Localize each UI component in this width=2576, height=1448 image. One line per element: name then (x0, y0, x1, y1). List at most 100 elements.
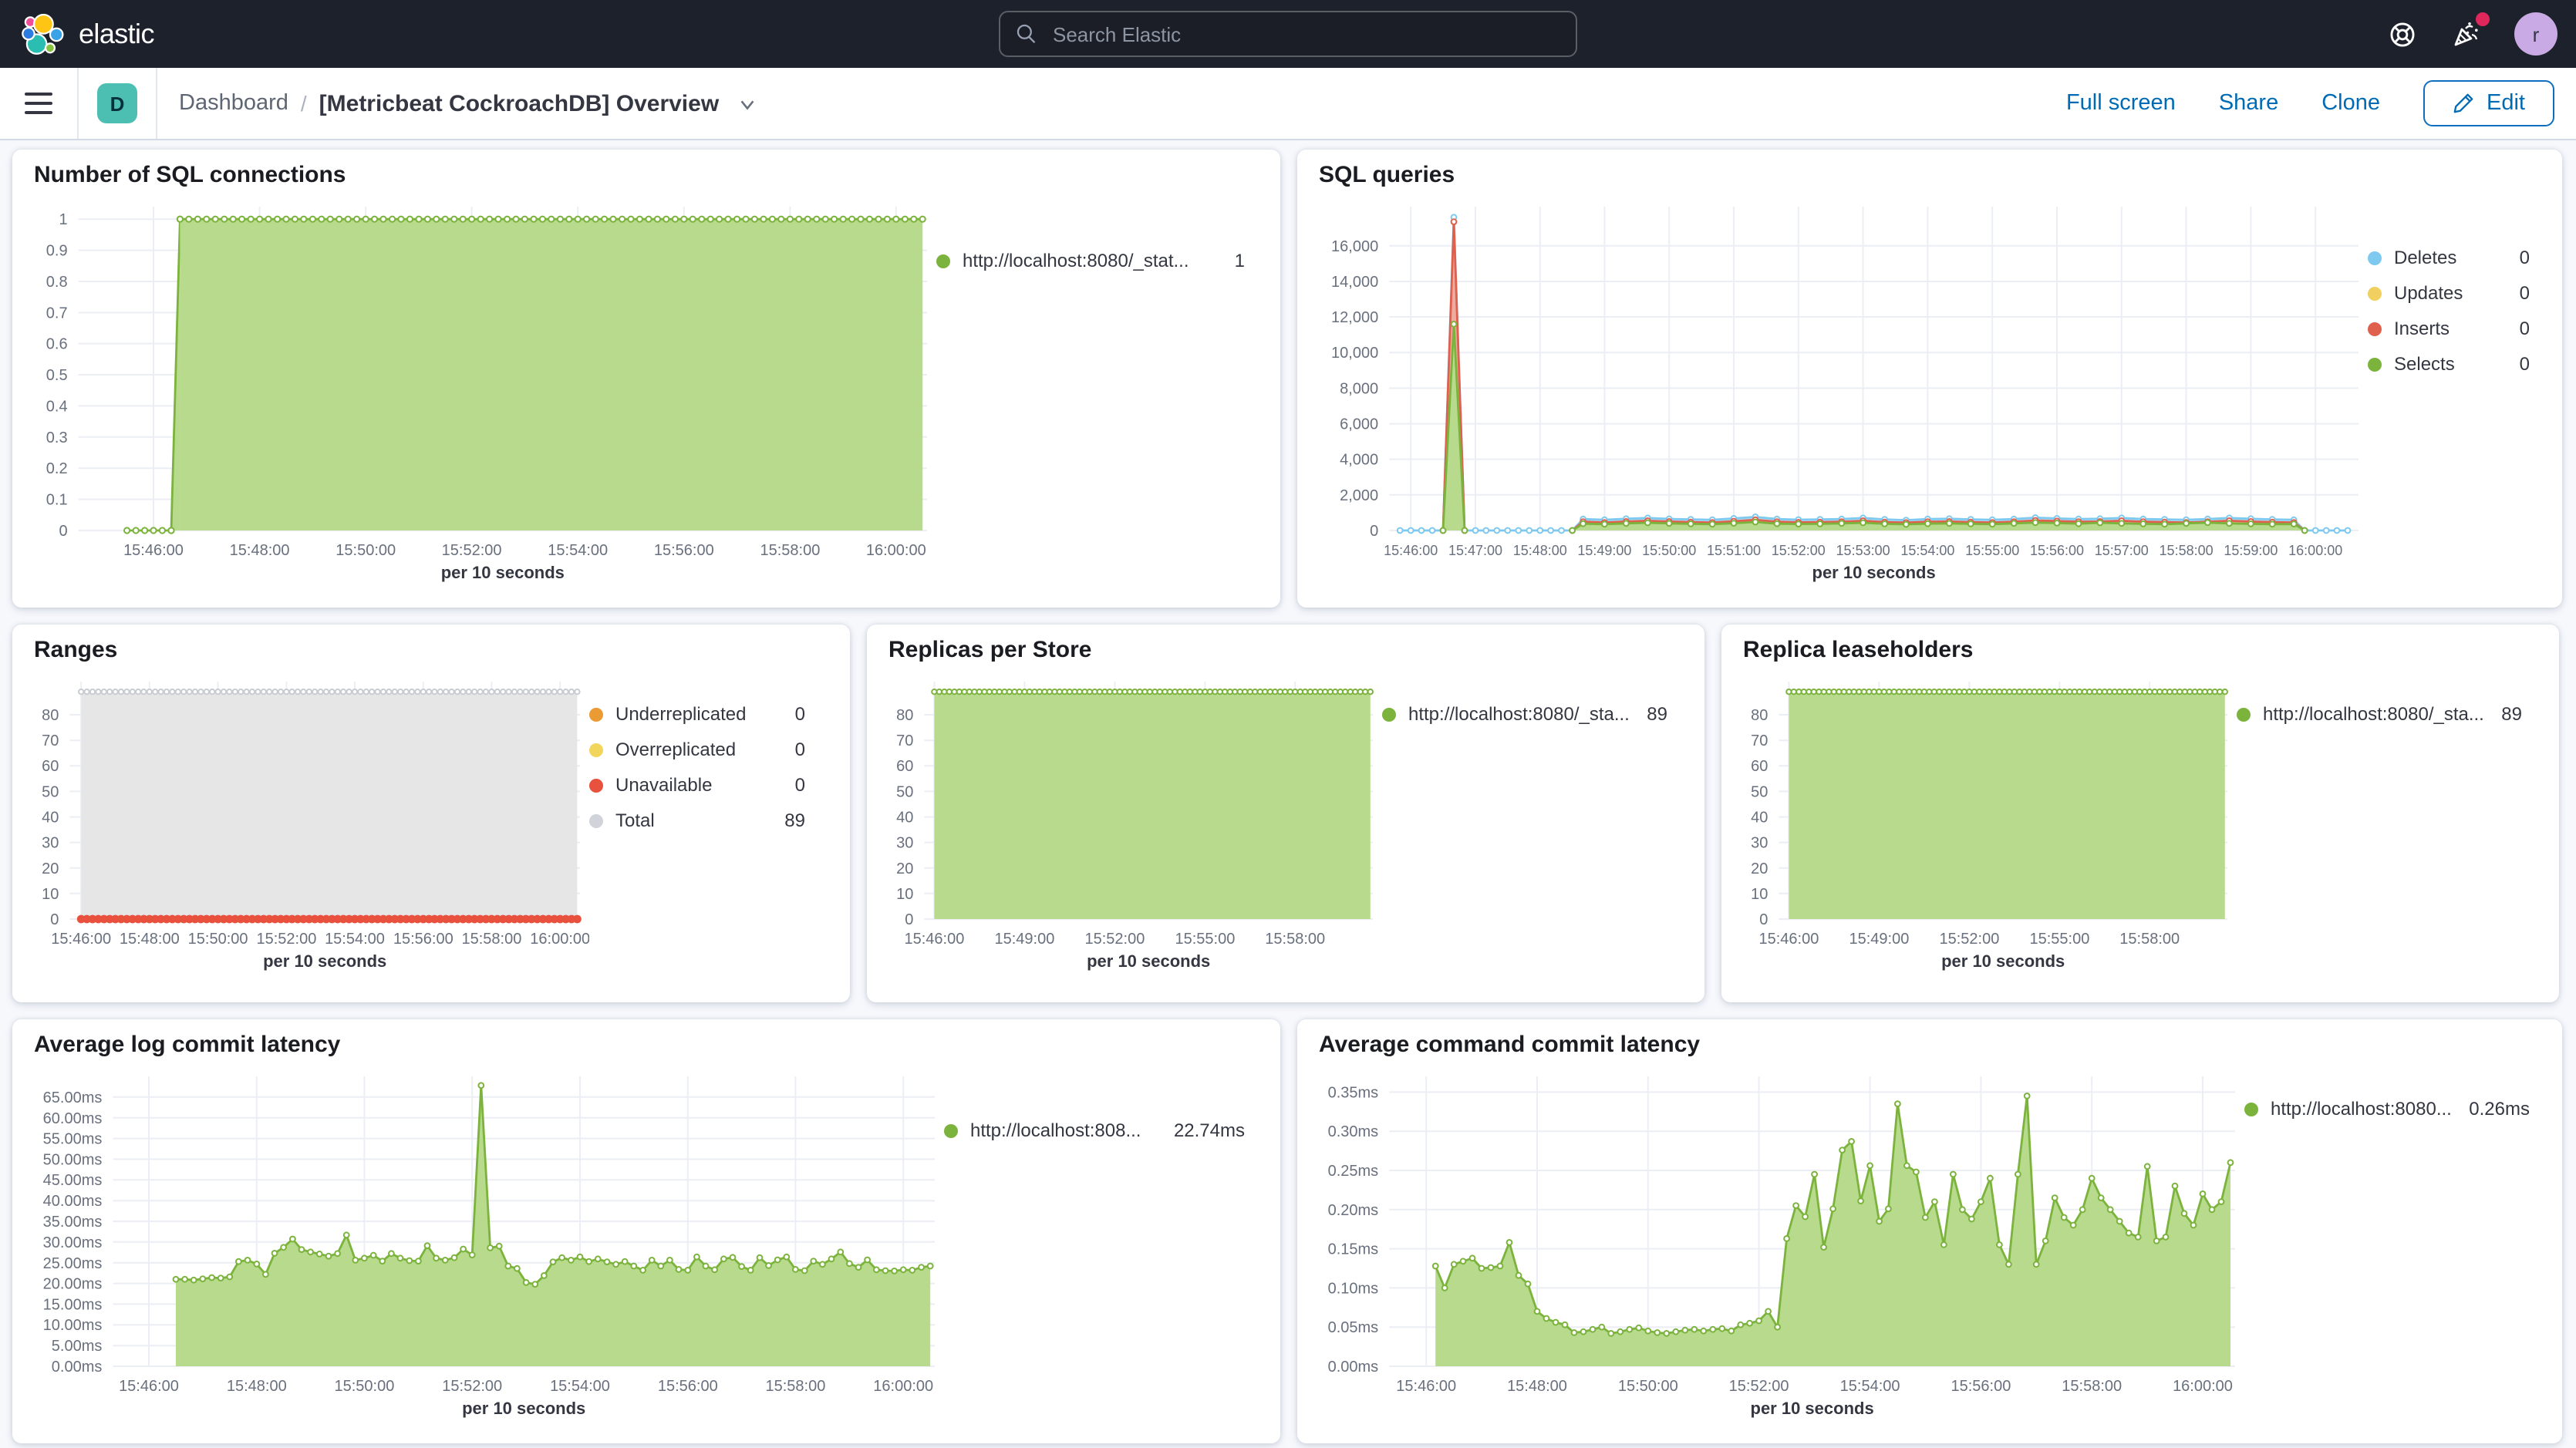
legend-item-underreplicated[interactable]: Underreplicated 0 (589, 703, 805, 725)
svg-text:0.00ms: 0.00ms (52, 1359, 103, 1376)
svg-text:15:50:00: 15:50:00 (1618, 1378, 1678, 1395)
help-button[interactable] (2385, 17, 2419, 51)
nav-actions: Full screen Share Clone Edit (2066, 80, 2554, 126)
svg-text:15:52:00: 15:52:00 (442, 542, 502, 559)
clone-button[interactable]: Clone (2321, 91, 2380, 116)
svg-text:0.00ms: 0.00ms (1328, 1359, 1379, 1376)
legend-label: Overreplicated (615, 739, 736, 760)
svg-text:0.2: 0.2 (46, 460, 68, 477)
legend-item[interactable]: http://localhost:808... 22.74ms (944, 1120, 1245, 1141)
legend-ranges: Underreplicated 0 Overreplicated 0 Unava… (589, 703, 805, 990)
chart-sql-queries[interactable]: 15:46:0015:47:0015:48:0015:49:0015:50:00… (1319, 191, 2368, 586)
svg-text:45.00ms: 45.00ms (43, 1172, 103, 1189)
legend-command-commit-latency: http://localhost:8080... 0.26ms (2244, 1098, 2530, 1431)
svg-text:10,000: 10,000 (1331, 345, 1378, 362)
global-search[interactable] (999, 11, 1577, 57)
svg-text:0: 0 (1759, 911, 1768, 928)
search-input[interactable] (1050, 21, 1576, 47)
svg-text:15:56:00: 15:56:00 (393, 931, 453, 948)
search-icon (1016, 23, 1037, 45)
pencil-icon (2453, 93, 2474, 114)
svg-text:15:54:00: 15:54:00 (1900, 543, 1954, 558)
legend-item-updates[interactable]: Updates 0 (2368, 282, 2530, 304)
svg-text:50: 50 (896, 783, 913, 800)
svg-text:0: 0 (905, 911, 913, 928)
svg-text:80: 80 (42, 707, 59, 724)
svg-text:5.00ms: 5.00ms (52, 1338, 103, 1355)
legend-dot (2237, 707, 2251, 721)
panel-title: Number of SQL connections (34, 162, 1259, 188)
legend-value: 0 (795, 774, 805, 796)
chart-replicas-per-store[interactable]: 15:46:0015:49:0015:52:0015:55:0015:58:00… (888, 666, 1382, 975)
svg-text:80: 80 (1751, 707, 1768, 724)
svg-text:15:58:00: 15:58:00 (461, 931, 521, 948)
svg-text:15:52:00: 15:52:00 (442, 1378, 502, 1395)
title-dropdown-button[interactable] (737, 93, 757, 113)
svg-text:15:52:00: 15:52:00 (1084, 931, 1145, 948)
user-avatar[interactable]: r (2514, 12, 2557, 56)
chart-command-commit-latency[interactable]: 15:46:0015:48:0015:50:0015:52:0015:54:00… (1319, 1061, 2244, 1422)
svg-text:15:52:00: 15:52:00 (1772, 543, 1826, 558)
breadcrumb-dashboard-link[interactable]: Dashboard (179, 91, 288, 116)
chart-log-commit-latency[interactable]: 15:46:0015:48:0015:50:0015:52:0015:54:00… (34, 1061, 944, 1422)
legend-value: 0 (2520, 282, 2530, 304)
svg-text:15:59:00: 15:59:00 (2224, 543, 2278, 558)
share-button[interactable]: Share (2219, 91, 2278, 116)
menu-button[interactable] (25, 92, 52, 115)
legend-item[interactable]: http://localhost:8080... 0.26ms (2244, 1098, 2530, 1120)
kibana-app: elastic (0, 0, 2576, 1448)
svg-text:15:50:00: 15:50:00 (188, 931, 248, 948)
legend-item-deletes[interactable]: Deletes 0 (2368, 247, 2530, 268)
header-actions: r (2385, 12, 2557, 56)
legend-value: 89 (784, 810, 805, 831)
svg-text:50: 50 (42, 783, 59, 800)
svg-text:4,000: 4,000 (1340, 452, 1378, 469)
svg-text:10: 10 (896, 886, 913, 903)
dashboard-badge[interactable]: D (97, 83, 137, 123)
divider (156, 68, 157, 139)
svg-text:20.00ms: 20.00ms (43, 1276, 103, 1293)
legend-item-unavailable[interactable]: Unavailable 0 (589, 774, 805, 796)
chart-ranges[interactable]: 15:46:0015:48:0015:50:0015:52:0015:54:00… (34, 666, 589, 975)
panel-sql-queries: SQL queries 15:46:0015:47:0015:48:0015:4… (1297, 150, 2562, 608)
legend-sql-queries: Deletes 0 Updates 0 Inserts 0 (2368, 247, 2530, 595)
legend-item[interactable]: http://localhost:8080/_sta... 89 (2237, 703, 2522, 725)
svg-text:15:48:00: 15:48:00 (227, 1378, 287, 1395)
legend-label: Underreplicated (615, 703, 746, 725)
top-header-bar: elastic (0, 0, 2576, 68)
chart-sql-connections[interactable]: 15:46:0015:48:0015:50:0015:52:0015:54:00… (34, 191, 936, 586)
chart-replica-leaseholders[interactable]: 15:46:0015:49:0015:52:0015:55:0015:58:00… (1743, 666, 2237, 975)
legend-dot (944, 1123, 958, 1137)
svg-text:per 10 seconds: per 10 seconds (1751, 1399, 1874, 1418)
panel-title: Average log commit latency (34, 1032, 1259, 1058)
svg-text:55.00ms: 55.00ms (43, 1131, 103, 1148)
svg-text:15:55:00: 15:55:00 (2029, 931, 2089, 948)
legend-item-overreplicated[interactable]: Overreplicated 0 (589, 739, 805, 760)
news-button[interactable] (2450, 17, 2483, 51)
svg-text:0: 0 (50, 911, 59, 928)
panel-title: Replica leaseholders (1743, 637, 2537, 663)
legend-item[interactable]: http://localhost:8080/_sta... 89 (1382, 703, 1667, 725)
svg-text:20: 20 (1751, 860, 1768, 877)
svg-text:70: 70 (42, 732, 59, 749)
svg-text:60: 60 (896, 758, 913, 775)
legend-item-selects[interactable]: Selects 0 (2368, 353, 2530, 375)
legend-item-total[interactable]: Total 89 (589, 810, 805, 831)
svg-text:20: 20 (42, 860, 59, 877)
full-screen-button[interactable]: Full screen (2066, 91, 2176, 116)
legend-label: Selects (2394, 353, 2455, 375)
svg-text:0.7: 0.7 (46, 305, 68, 322)
svg-text:per 10 seconds: per 10 seconds (441, 563, 565, 582)
svg-text:30: 30 (896, 835, 913, 852)
edit-button[interactable]: Edit (2423, 80, 2554, 126)
elastic-logo-icon (22, 12, 65, 56)
panel-replicas-per-store: Replicas per Store 15:46:0015:49:0015:52… (867, 625, 1704, 1002)
svg-text:0.5: 0.5 (46, 367, 68, 384)
legend-item-inserts[interactable]: Inserts 0 (2368, 318, 2530, 339)
elastic-logo[interactable]: elastic (22, 12, 154, 56)
legend-label: Total (615, 810, 655, 831)
panel-title: Ranges (34, 637, 828, 663)
panel-log-commit-latency: Average log commit latency 15:46:0015:48… (12, 1019, 1280, 1443)
legend-item[interactable]: http://localhost:8080/_stat... 1 (936, 250, 1245, 271)
legend-dot (2368, 322, 2382, 335)
